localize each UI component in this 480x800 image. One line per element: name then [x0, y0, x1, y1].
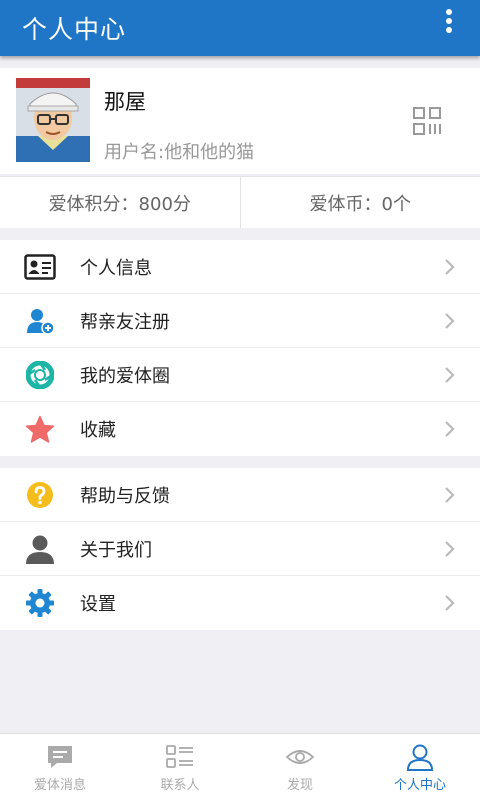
user-avatar[interactable]	[16, 78, 90, 162]
tab-label: 爱体消息	[33, 778, 86, 793]
menu-item-register-friend[interactable]: 帮亲友注册	[0, 294, 480, 348]
id-card-icon	[24, 252, 56, 282]
menu-group-app: 帮助与反馈 关于我们 设置	[0, 468, 480, 630]
tab-messages[interactable]: 爱体消息	[0, 734, 120, 800]
eye-icon	[285, 743, 315, 771]
menu-item-label: 我的爱体圈	[80, 365, 170, 387]
star-icon	[24, 414, 56, 444]
coins-stat[interactable]: 爱体币：0个	[241, 177, 480, 228]
shutter-circle-icon	[24, 360, 56, 390]
points-stat[interactable]: 爱体积分：800分	[0, 177, 241, 228]
stats-bar: 爱体积分：800分 爱体币：0个	[0, 176, 480, 228]
person-icon	[24, 534, 56, 564]
tab-discover[interactable]: 发现	[240, 734, 360, 800]
add-user-icon	[24, 306, 56, 336]
tab-label: 联系人	[160, 778, 200, 793]
tab-label: 发现	[286, 778, 313, 793]
profile-name: 那屋	[104, 90, 146, 114]
tab-contacts[interactable]: 联系人	[120, 734, 240, 800]
menu-item-label: 帮亲友注册	[80, 311, 170, 333]
page-title: 个人中心	[22, 15, 127, 44]
help-icon	[24, 480, 56, 510]
menu-item-label: 收藏	[80, 420, 116, 441]
chevron-right-icon	[444, 366, 456, 384]
tab-label: 个人中心	[393, 778, 446, 793]
chevron-right-icon	[444, 312, 456, 330]
contacts-list-icon	[165, 743, 195, 771]
profile-username: 用户名:他和他的猫	[104, 142, 255, 163]
menu-item-about[interactable]: 关于我们	[0, 522, 480, 576]
menu-group-account: 个人信息 帮亲友注册 我的爱体圈 收藏	[0, 240, 480, 456]
menu-item-label: 关于我们	[80, 539, 152, 561]
profile-card[interactable]: 那屋 用户名:他和他的猫	[0, 68, 480, 174]
menu-item-personal-info[interactable]: 个人信息	[0, 240, 480, 294]
menu-item-label: 帮助与反馈	[80, 485, 170, 507]
chevron-right-icon	[444, 540, 456, 558]
chevron-right-icon	[444, 258, 456, 276]
menu-item-label: 个人信息	[80, 257, 152, 279]
tab-profile[interactable]: 个人中心	[360, 734, 480, 800]
app-header: 个人中心	[0, 0, 480, 56]
qr-code-icon[interactable]	[412, 106, 442, 136]
menu-item-favorites[interactable]: 收藏	[0, 402, 480, 456]
message-icon	[45, 743, 75, 771]
bottom-tab-bar: 爱体消息 联系人 发现 个人中心	[0, 733, 480, 800]
chevron-right-icon	[444, 594, 456, 612]
chevron-right-icon	[444, 420, 456, 438]
menu-item-help[interactable]: 帮助与反馈	[0, 468, 480, 522]
chevron-right-icon	[444, 486, 456, 504]
gear-icon	[24, 588, 56, 618]
more-options-icon[interactable]	[442, 6, 456, 46]
user-icon	[405, 743, 435, 771]
menu-item-settings[interactable]: 设置	[0, 576, 480, 630]
menu-item-label: 设置	[80, 594, 116, 615]
menu-item-circle[interactable]: 我的爱体圈	[0, 348, 480, 402]
